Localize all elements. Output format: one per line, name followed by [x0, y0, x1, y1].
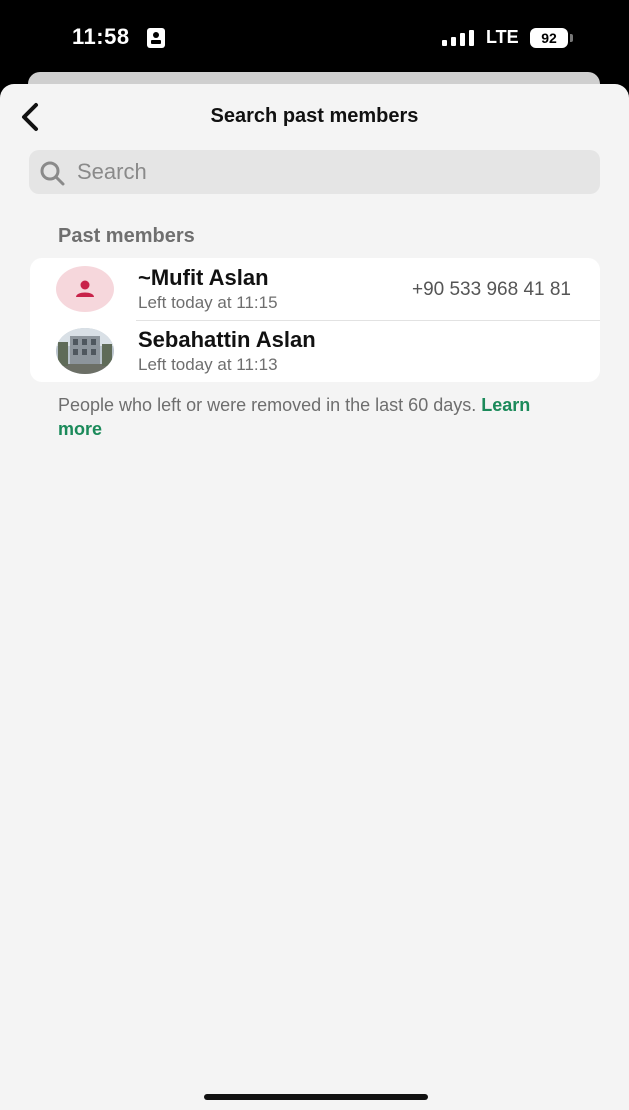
page-title: Search past members — [210, 105, 419, 127]
member-name: Sebahattin Aslan — [138, 327, 316, 352]
network-label: LTE — [486, 27, 519, 47]
avatar — [56, 266, 114, 312]
member-row[interactable]: Sebahattin Aslan Left today at 11:13 — [30, 320, 600, 382]
member-phone: +90 533 968 41 81 — [411, 279, 571, 300]
person-placeholder-icon — [76, 280, 94, 297]
search-past-members-sheet: Search past members Past members ~Mufit … — [0, 84, 629, 1110]
building-photo — [56, 328, 114, 374]
battery-icon: 92 — [530, 28, 568, 48]
member-row[interactable]: ~Mufit Aslan Left today at 11:15 +90 533… — [30, 258, 600, 320]
footer-note-text: People who left or were removed in the l… — [58, 395, 477, 415]
member-status: Left today at 11:15 — [138, 293, 278, 312]
home-indicator — [204, 1094, 428, 1100]
signal-icon — [442, 30, 474, 46]
status-time: 11:58 — [72, 24, 130, 49]
members-list: ~Mufit Aslan Left today at 11:15 +90 533… — [30, 258, 600, 382]
search-bar[interactable] — [29, 150, 600, 194]
search-icon — [40, 161, 65, 186]
id-card-icon — [147, 28, 165, 48]
footer-note: People who left or were removed in the l… — [58, 393, 578, 441]
avatar — [56, 328, 114, 374]
member-status: Left today at 11:13 — [138, 355, 278, 374]
member-name: ~Mufit Aslan — [138, 265, 269, 290]
battery-tip — [570, 34, 573, 42]
section-header: Past members — [58, 225, 195, 247]
search-input[interactable] — [77, 150, 587, 194]
